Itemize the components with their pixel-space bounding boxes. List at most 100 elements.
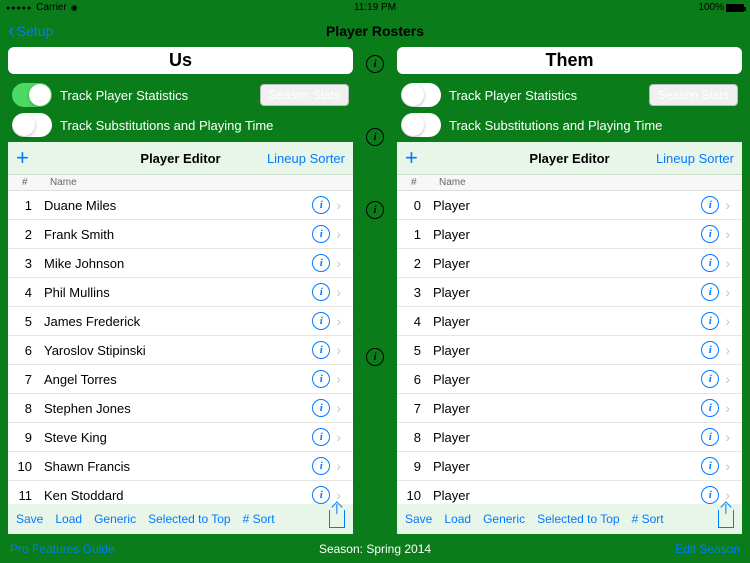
player-number: 8	[397, 430, 433, 445]
player-number: 5	[8, 314, 44, 329]
chevron-right-icon: ›	[719, 226, 736, 242]
table-row[interactable]: 8Stephen Jonesi›	[8, 394, 353, 423]
info-icon[interactable]: i	[312, 254, 330, 272]
info-icon[interactable]: i	[701, 312, 719, 330]
player-name: Phil Mullins	[44, 285, 312, 300]
them-lineup-sorter-button[interactable]: Lineup Sorter	[656, 151, 734, 166]
them-roster-list[interactable]: 0Playeri›1Playeri›2Playeri›3Playeri›4Pla…	[397, 191, 742, 504]
them-column: Them Track Player Statistics Season Stat…	[397, 47, 742, 534]
table-row[interactable]: 9Steve Kingi›	[8, 423, 353, 452]
table-row[interactable]: 6Yaroslov Stipinskii›	[8, 336, 353, 365]
chevron-right-icon: ›	[330, 487, 347, 503]
info-icon[interactable]: i	[701, 225, 719, 243]
table-row[interactable]: 10Playeri›	[397, 481, 742, 504]
player-number: 11	[8, 488, 44, 503]
info-icon[interactable]: i	[312, 341, 330, 359]
table-row[interactable]: 0Playeri›	[397, 191, 742, 220]
info-icon[interactable]: i	[701, 399, 719, 417]
info-icon[interactable]: i	[312, 370, 330, 388]
chevron-right-icon: ›	[719, 197, 736, 213]
info-icon[interactable]: i	[312, 457, 330, 475]
info-icon[interactable]: i	[701, 254, 719, 272]
info-icon[interactable]: i	[312, 486, 330, 504]
table-row[interactable]: 11Ken Stoddardi›	[8, 481, 353, 504]
info-icon[interactable]: i	[701, 283, 719, 301]
info-icon[interactable]: i	[701, 370, 719, 388]
info-icon[interactable]: i	[366, 55, 384, 73]
table-row[interactable]: 9Playeri›	[397, 452, 742, 481]
them-track-stats-label: Track Player Statistics	[449, 88, 641, 103]
table-row[interactable]: 5James Fredericki›	[8, 307, 353, 336]
info-icon[interactable]: i	[701, 457, 719, 475]
info-icon[interactable]: i	[312, 399, 330, 417]
table-row[interactable]: 8Playeri›	[397, 423, 742, 452]
table-row[interactable]: 4Playeri›	[397, 307, 742, 336]
table-row[interactable]: 7Playeri›	[397, 394, 742, 423]
edit-season-button[interactable]: Edit Season	[675, 542, 740, 556]
table-row[interactable]: 6Playeri›	[397, 365, 742, 394]
them-season-stats-button[interactable]: Season Stats	[649, 84, 738, 106]
share-icon[interactable]	[329, 510, 345, 528]
table-row[interactable]: 3Playeri›	[397, 278, 742, 307]
info-icon[interactable]: i	[312, 283, 330, 301]
info-icon[interactable]: i	[312, 312, 330, 330]
them-sort-button[interactable]: # Sort	[632, 512, 664, 526]
table-row[interactable]: 2Playeri›	[397, 249, 742, 278]
us-load-button[interactable]: Load	[55, 512, 82, 526]
player-number: 10	[8, 459, 44, 474]
info-icon[interactable]: i	[701, 341, 719, 359]
player-name: Player	[433, 401, 701, 416]
chevron-right-icon: ›	[719, 429, 736, 445]
info-icon[interactable]: i	[701, 428, 719, 446]
us-lineup-sorter-button[interactable]: Lineup Sorter	[267, 151, 345, 166]
them-track-stats-toggle[interactable]	[401, 83, 441, 107]
info-icon[interactable]: i	[701, 196, 719, 214]
chevron-right-icon: ›	[330, 226, 347, 242]
us-add-player-button[interactable]: +	[16, 147, 29, 169]
them-generic-button[interactable]: Generic	[483, 512, 525, 526]
us-generic-button[interactable]: Generic	[94, 512, 136, 526]
player-name: Player	[433, 256, 701, 271]
them-track-subs-toggle[interactable]	[401, 113, 441, 137]
player-number: 9	[8, 430, 44, 445]
table-row[interactable]: 10Shawn Francisi›	[8, 452, 353, 481]
them-add-player-button[interactable]: +	[405, 147, 418, 169]
table-row[interactable]: 7Angel Torresi›	[8, 365, 353, 394]
us-track-subs-toggle[interactable]	[12, 113, 52, 137]
info-icon[interactable]: i	[366, 201, 384, 219]
info-icon[interactable]: i	[366, 128, 384, 146]
back-button[interactable]: ‹ Setup	[8, 21, 53, 41]
battery-icon	[726, 4, 744, 12]
player-number: 6	[8, 343, 44, 358]
them-selected-to-top-button[interactable]: Selected to Top	[537, 512, 620, 526]
us-roster-list[interactable]: 1Duane Milesi›2Frank Smithi›3Mike Johnso…	[8, 191, 353, 504]
pro-features-guide-link[interactable]: Pro Features Guide	[10, 542, 115, 556]
table-row[interactable]: 4Phil Mullinsi›	[8, 278, 353, 307]
chevron-right-icon: ›	[719, 313, 736, 329]
us-season-stats-button[interactable]: Season Stats	[260, 84, 349, 106]
them-load-button[interactable]: Load	[444, 512, 471, 526]
us-track-stats-toggle[interactable]	[12, 83, 52, 107]
info-icon[interactable]: i	[312, 428, 330, 446]
table-row[interactable]: 3Mike Johnsoni›	[8, 249, 353, 278]
info-icon[interactable]: i	[701, 486, 719, 504]
table-row[interactable]: 2Frank Smithi›	[8, 220, 353, 249]
info-icon[interactable]: i	[366, 348, 384, 366]
chevron-left-icon: ‹	[8, 21, 15, 41]
chevron-right-icon: ›	[330, 458, 347, 474]
table-row[interactable]: 1Duane Milesi›	[8, 191, 353, 220]
table-row[interactable]: 1Playeri›	[397, 220, 742, 249]
us-sort-button[interactable]: # Sort	[243, 512, 275, 526]
them-save-button[interactable]: Save	[405, 512, 432, 526]
info-icon[interactable]: i	[312, 225, 330, 243]
wifi-icon	[71, 2, 78, 13]
signal-icon	[6, 2, 32, 13]
us-save-button[interactable]: Save	[16, 512, 43, 526]
them-toolbar: Save Load Generic Selected to Top # Sort	[397, 504, 742, 534]
info-icon[interactable]: i	[312, 196, 330, 214]
player-number: 8	[8, 401, 44, 416]
table-row[interactable]: 5Playeri›	[397, 336, 742, 365]
us-selected-to-top-button[interactable]: Selected to Top	[148, 512, 231, 526]
share-icon[interactable]	[718, 510, 734, 528]
them-col-num: #	[411, 177, 439, 188]
